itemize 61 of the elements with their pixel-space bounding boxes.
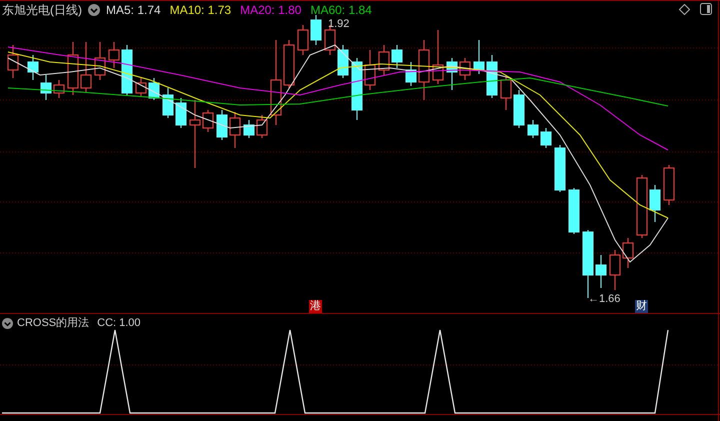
moving-average-label: MA10: 1.73	[170, 2, 232, 19]
chevron-down-icon[interactable]	[2, 318, 13, 329]
candlestick	[540, 128, 552, 148]
candlestick	[136, 78, 146, 96]
candlestick	[230, 112, 240, 148]
candlestick	[514, 90, 524, 128]
candlestick	[202, 110, 214, 132]
candlestick	[338, 44, 348, 78]
candlestick	[650, 184, 660, 222]
candlestick	[446, 58, 458, 90]
candlestick	[310, 14, 322, 46]
event-marker[interactable]: 财	[635, 300, 648, 313]
candlestick	[190, 100, 200, 168]
candlestick	[378, 44, 390, 76]
candlestick	[54, 80, 64, 98]
candlestick	[664, 164, 674, 206]
candlestick	[28, 54, 38, 80]
candlestick	[486, 54, 498, 98]
stock-title: 东旭光电(日线)	[2, 2, 82, 19]
candlestick	[80, 42, 92, 92]
candlestick	[364, 50, 376, 90]
moving-average-label: MA60: 1.84	[310, 2, 372, 19]
candlestick	[432, 30, 444, 84]
candlestick	[298, 24, 308, 56]
candlestick	[8, 44, 18, 78]
diamond-icon[interactable]	[679, 4, 690, 14]
event-marker[interactable]: 港	[309, 300, 322, 313]
candlestick	[528, 120, 538, 138]
candlestick	[610, 250, 620, 290]
indicator-title: CROSS的用法	[17, 316, 90, 331]
candlestick	[500, 74, 512, 110]
panel-toggle-icon[interactable]	[700, 3, 712, 15]
candlestick	[122, 44, 132, 96]
candlestick	[554, 144, 566, 192]
candlestick	[622, 238, 634, 268]
candlestick	[94, 42, 106, 80]
candlestick	[352, 58, 362, 120]
candlestick	[148, 78, 160, 100]
candlestick	[474, 40, 484, 74]
candlestick	[176, 98, 186, 128]
indicator-reading: CC: 1.00	[97, 316, 141, 331]
moving-average-label: MA20: 1.80	[240, 2, 302, 19]
candlestick	[392, 44, 402, 68]
candlestick	[68, 42, 78, 96]
candlestick	[216, 110, 228, 140]
candlestick	[256, 114, 268, 138]
high-price-label: 1.92	[328, 17, 350, 32]
candlestick	[162, 88, 174, 118]
candlestick	[40, 74, 52, 100]
candlestick	[244, 120, 254, 138]
candlestick	[460, 58, 470, 80]
chevron-down-icon[interactable]	[88, 4, 100, 16]
low-price-label: ←1.66	[588, 292, 620, 307]
candlestick	[284, 40, 294, 88]
candlestick	[108, 42, 120, 68]
candlestick	[406, 62, 416, 86]
candlestick	[568, 188, 580, 234]
candlestick	[418, 40, 430, 100]
candlestick	[636, 174, 648, 238]
moving-average-label: MA5: 1.74	[106, 2, 161, 19]
candlestick	[596, 254, 606, 288]
